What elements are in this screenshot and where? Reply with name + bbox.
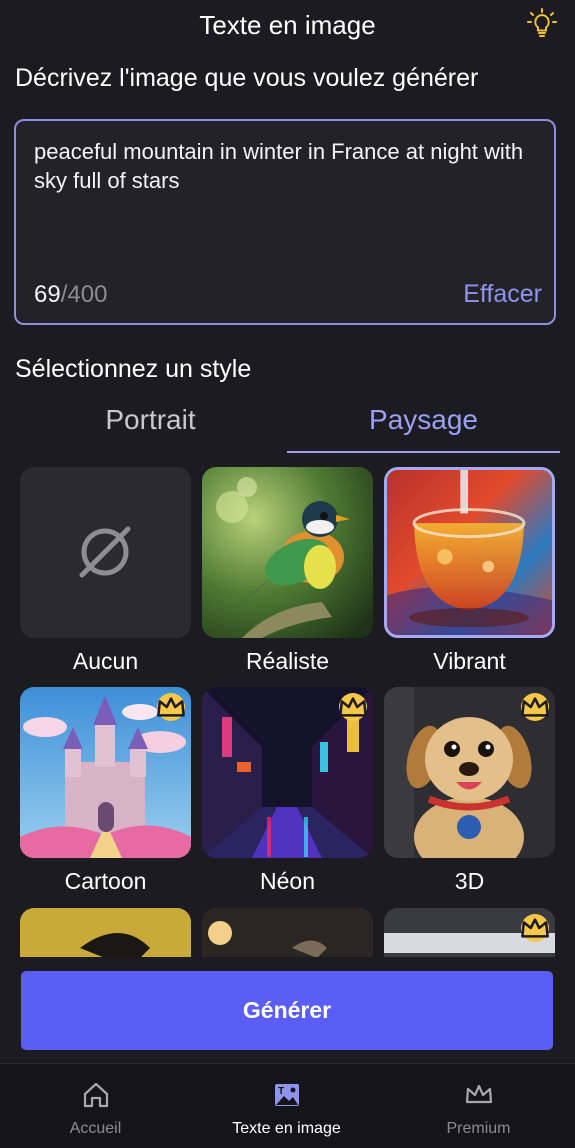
prompt-label: Décrivez l'image que vous voulez générer bbox=[15, 64, 479, 92]
prompt-text[interactable]: peaceful mountain in winter in France at… bbox=[34, 137, 534, 195]
style-realiste[interactable] bbox=[202, 467, 373, 638]
premium-badge bbox=[521, 693, 549, 721]
character-counter: 69/400 bbox=[34, 281, 107, 309]
style-label: Sélectionnez un style bbox=[15, 355, 252, 383]
none-icon bbox=[20, 467, 191, 638]
bird-image bbox=[202, 467, 373, 638]
home-icon bbox=[83, 1082, 108, 1108]
crown-icon bbox=[157, 697, 185, 717]
nav-item-accueil[interactable]: Accueil bbox=[0, 1064, 191, 1148]
header: Texte en image bbox=[0, 0, 575, 50]
tab-paysage[interactable]: Paysage bbox=[287, 404, 560, 436]
style-tile-row3-2[interactable] bbox=[202, 908, 373, 957]
style-neon[interactable] bbox=[202, 687, 373, 858]
nav-label-premium: Premium bbox=[446, 1120, 511, 1137]
style-label-cartoon: Cartoon bbox=[64, 868, 147, 894]
style-tile-row3-1[interactable] bbox=[20, 908, 191, 957]
prompt-textarea[interactable]: peaceful mountain in winter in France at… bbox=[14, 119, 556, 325]
svg-text:T: T bbox=[278, 1086, 284, 1097]
premium-badge bbox=[339, 693, 367, 721]
page-title: Texte en image bbox=[199, 10, 376, 40]
text-to-image-icon: T bbox=[274, 1084, 299, 1106]
bottom-nav: Accueil T Texte en image Premium bbox=[0, 1063, 575, 1148]
style-vibrant[interactable] bbox=[384, 467, 555, 638]
style-label-realiste: Réaliste bbox=[245, 648, 330, 674]
style-tabs: Portrait Paysage bbox=[14, 400, 560, 456]
nav-label-accueil: Accueil bbox=[69, 1120, 122, 1137]
nav-item-texte-en-image[interactable]: T Texte en image bbox=[191, 1064, 382, 1148]
character-count: 69 bbox=[34, 281, 61, 308]
style-label-aucun: Aucun bbox=[72, 648, 139, 674]
lamp-image bbox=[202, 908, 373, 957]
premium-badge bbox=[521, 914, 549, 942]
character-max: /400 bbox=[60, 281, 108, 308]
crown-icon bbox=[521, 697, 549, 717]
nav-label-texte-en-image: Texte en image bbox=[232, 1120, 341, 1137]
glass-image bbox=[387, 470, 552, 635]
style-aucun[interactable] bbox=[20, 467, 191, 638]
crown-icon bbox=[465, 1084, 492, 1104]
crown-icon bbox=[521, 918, 549, 938]
style-label-neon: Néon bbox=[260, 868, 315, 894]
lightbulb-icon[interactable] bbox=[527, 8, 557, 38]
style-cartoon[interactable] bbox=[20, 687, 191, 858]
clear-button[interactable]: Effacer bbox=[463, 280, 542, 309]
premium-badge bbox=[157, 693, 185, 721]
abstract-image bbox=[20, 908, 191, 957]
style-label-3d: 3D bbox=[454, 868, 485, 894]
style-label-vibrant: Vibrant bbox=[433, 648, 506, 674]
style-3d[interactable] bbox=[384, 687, 555, 858]
generate-button[interactable]: Générer bbox=[21, 971, 553, 1050]
active-tab-indicator bbox=[287, 451, 560, 453]
style-tile-row3-3[interactable] bbox=[384, 908, 555, 957]
nav-item-premium[interactable]: Premium bbox=[383, 1064, 574, 1148]
tab-portrait[interactable]: Portrait bbox=[14, 404, 287, 436]
style-grid: Aucun Réaliste Vibrant Cartoon Néon 3D bbox=[0, 465, 575, 957]
crown-icon bbox=[339, 697, 367, 717]
